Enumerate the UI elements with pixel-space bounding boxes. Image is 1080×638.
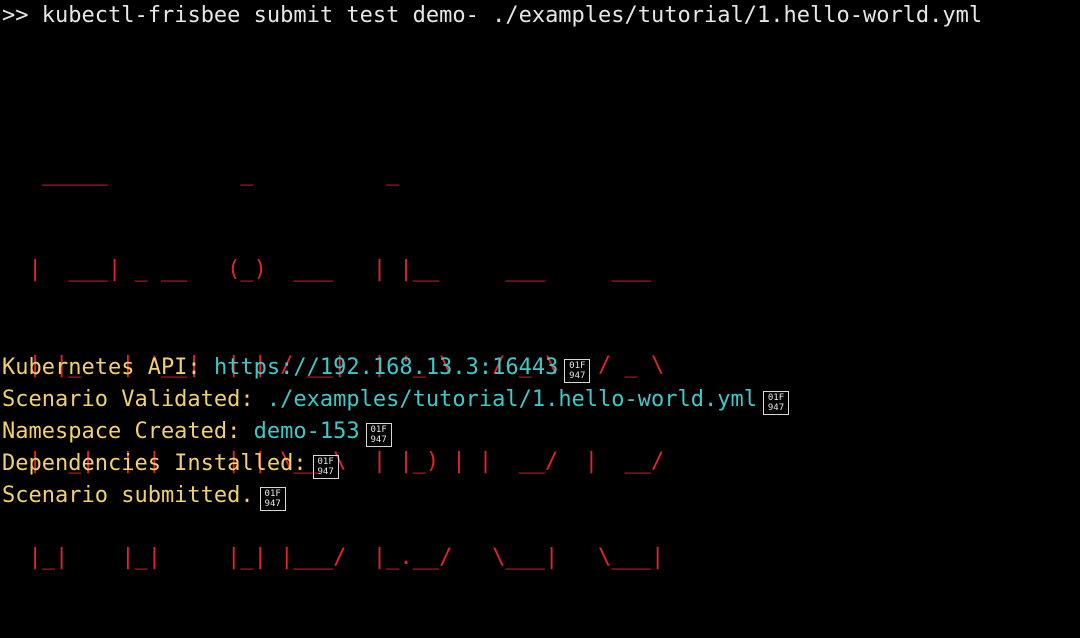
status-value: https://192.168.13.3:16443 [213,355,559,380]
status-line-scenario-submitted: Scenario submitted. 01F 947 [2,480,789,512]
status-line-dependencies-installed: Dependencies Installed: 01F 947 [2,448,789,480]
status-line-kubernetes-api: Kubernetes API: https://192.168.13.3:164… [2,352,789,384]
status-key: Scenario Validated: [2,387,254,412]
status-key: Kubernetes API: [2,355,201,380]
missing-glyph-icon: 01F 947 [365,423,392,447]
missing-glyph-icon: 01F 947 [763,391,789,415]
status-key: Namespace Created: [2,419,241,444]
status-key: Scenario submitted. [2,483,254,508]
status-value: demo-153 [253,419,360,444]
command-line: >> kubectl-frisbee submit test demo- ./e… [2,0,1078,32]
command-text: kubectl-frisbee submit test demo- ./exam… [41,3,983,28]
status-value: ./examples/tutorial/1.hello-world.yml [266,387,757,412]
missing-glyph-icon: 01F 947 [259,487,286,511]
terminal-window[interactable]: >> kubectl-frisbee submit test demo- ./e… [2,0,1078,638]
status-output: Kubernetes API: https://192.168.13.3:164… [2,352,789,512]
prompt-symbol: >> [2,3,29,28]
missing-glyph-icon: 01F 947 [312,455,339,479]
status-line-scenario-validated: Scenario Validated: ./examples/tutorial/… [2,384,789,416]
banner-line: _____ _ _ [2,161,691,186]
banner-line: | ___| _ __ (_) ___ | |__ ___ ___ [2,257,691,282]
banner-line: |_| |_| |_| |___/ |_.__/ \___| \___| [2,545,691,570]
status-line-namespace-created: Namespace Created: demo-153 01F 947 [2,416,789,448]
status-key: Dependencies Installed: [2,451,307,476]
missing-glyph-icon: 01F 947 [564,359,591,383]
